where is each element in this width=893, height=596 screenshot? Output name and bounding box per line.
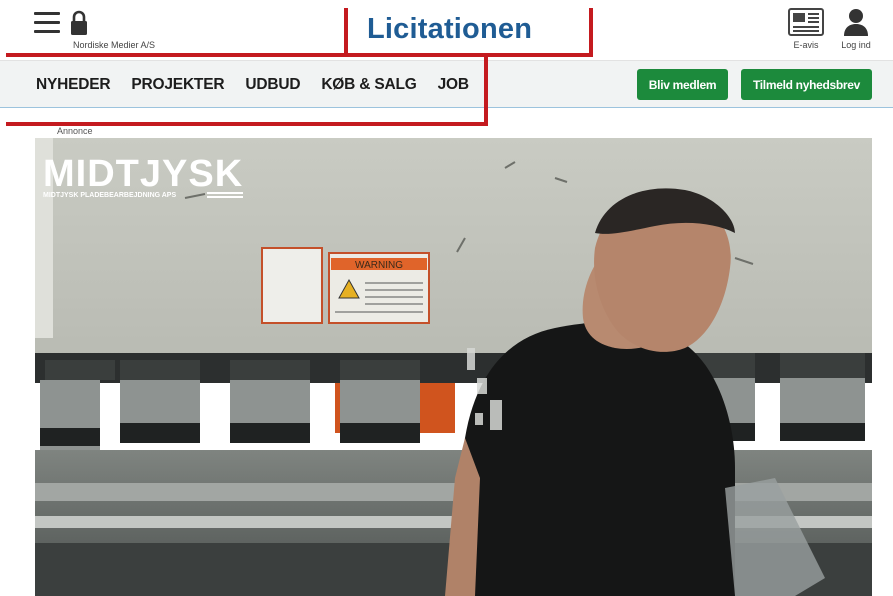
eavis-button[interactable]: E-avis xyxy=(786,8,826,54)
nav-item-koeb-salg[interactable]: KØB & SALG xyxy=(321,76,417,94)
top-header: Nordiske Medier A/S Licitationen E-avis … xyxy=(0,0,893,60)
ad-brand-logo: MIDTJYSK xyxy=(43,153,243,195)
user-icon xyxy=(844,9,868,36)
ad-photo: WARNING MIDTJYSK MIDTJYSK PLADEBEARBEJDN… xyxy=(35,138,872,596)
page: Nordiske Medier A/S Licitationen E-avis … xyxy=(0,0,893,596)
eavis-label: E-avis xyxy=(793,40,819,50)
nav-item-nyheder[interactable]: NYHEDER xyxy=(36,76,111,94)
newsletter-signup-button[interactable]: Tilmeld nyhedsbrev xyxy=(741,69,872,100)
become-member-button[interactable]: Bliv medlem xyxy=(637,69,728,100)
lock-icon xyxy=(71,10,87,35)
newspaper-icon xyxy=(788,8,824,36)
hamburger-menu-icon[interactable] xyxy=(34,12,60,34)
advertisement-image[interactable]: WARNING MIDTJYSK MIDTJYSK PLADEBEARBEJDN… xyxy=(35,138,872,596)
nav-item-projekter[interactable]: PROJEKTER xyxy=(131,76,224,94)
ad-brand-subtitle: MIDTJYSK PLADEBEARBEJDNING APS xyxy=(43,192,176,199)
warning-sign-text: WARNING xyxy=(355,260,403,271)
main-navigation-bar: NYHEDER PROJEKTER UDBUD KØB & SALG JOB B… xyxy=(0,60,893,108)
login-button[interactable]: Log ind xyxy=(836,8,876,54)
nav-item-job[interactable]: JOB xyxy=(438,76,469,94)
site-logo[interactable]: Licitationen xyxy=(367,13,532,46)
ad-label: Annonce xyxy=(57,126,93,136)
publisher-name: Nordiske Medier A/S xyxy=(73,40,156,50)
nav-item-udbud[interactable]: UDBUD xyxy=(245,76,300,94)
login-label: Log ind xyxy=(841,40,871,50)
main-nav: NYHEDER PROJEKTER UDBUD KØB & SALG JOB xyxy=(36,61,490,109)
